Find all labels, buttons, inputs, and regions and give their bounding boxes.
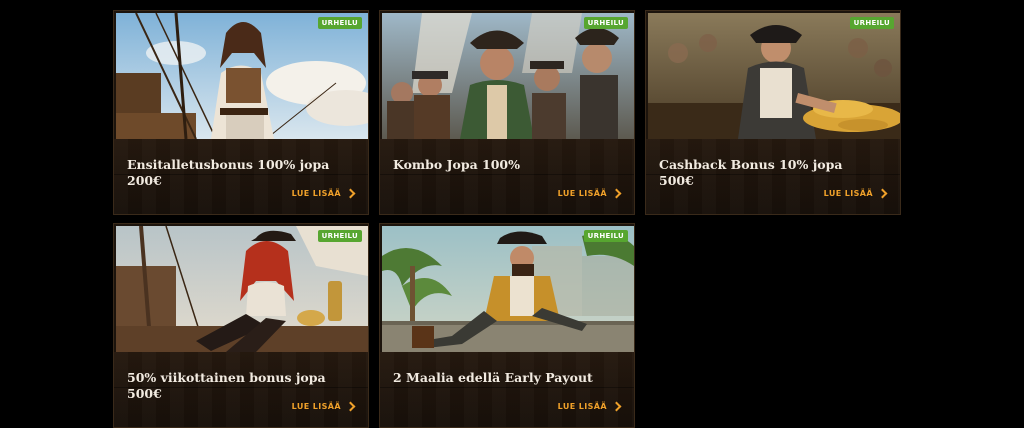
promo-image-pirate-captain-tropical: URHEILU [382, 226, 634, 352]
read-more-label: LUE LISÄÄ [557, 402, 607, 411]
promo-card-body: 50% viikottainen bonus jopa 500€ LUE LIS… [114, 352, 368, 427]
category-badge: URHEILU [849, 17, 894, 29]
promo-card[interactable]: URHEILU Ensitalletusbonus 100% jopa 200€… [113, 10, 369, 215]
category-badge: URHEILU [317, 230, 362, 242]
promo-title: Kombo Jopa 100% [393, 157, 520, 172]
chevron-right-icon [611, 188, 622, 199]
read-more-label: LUE LISÄÄ [291, 189, 341, 198]
read-more-link[interactable]: LUE LISÄÄ [823, 188, 888, 199]
read-more-link[interactable]: LUE LISÄÄ [557, 401, 622, 412]
promo-title: 50% viikottainen bonus jopa 500€ [127, 370, 326, 401]
promo-card-body: Cashback Bonus 10% jopa 500€ LUE LISÄÄ [646, 139, 900, 214]
chevron-right-icon [345, 188, 356, 199]
read-more-link[interactable]: LUE LISÄÄ [557, 188, 622, 199]
promo-image-pirate-gold: URHEILU [648, 13, 900, 139]
promotions-grid: URHEILU Ensitalletusbonus 100% jopa 200€… [0, 0, 1024, 428]
promo-image-pirate-crew: URHEILU [382, 13, 634, 139]
category-badge: URHEILU [583, 17, 628, 29]
promo-title: Cashback Bonus 10% jopa 500€ [659, 157, 843, 188]
category-badge: URHEILU [317, 17, 362, 29]
promo-card[interactable]: URHEILU Kombo Jopa 100% LUE LISÄÄ [379, 10, 635, 215]
promo-image-red-haired-pirate: URHEILU [116, 226, 368, 352]
chevron-right-icon [345, 401, 356, 412]
chevron-right-icon [611, 401, 622, 412]
promo-title: Ensitalletusbonus 100% jopa 200€ [127, 157, 330, 188]
promo-card-body: Kombo Jopa 100% LUE LISÄÄ [380, 139, 634, 214]
chevron-right-icon [877, 188, 888, 199]
promo-card-body: Ensitalletusbonus 100% jopa 200€ LUE LIS… [114, 139, 368, 214]
promo-card[interactable]: URHEILU 50% viikottainen bonus jopa 500€… [113, 223, 369, 428]
read-more-label: LUE LISÄÄ [823, 189, 873, 198]
read-more-link[interactable]: LUE LISÄÄ [291, 401, 356, 412]
read-more-link[interactable]: LUE LISÄÄ [291, 188, 356, 199]
category-badge: URHEILU [583, 230, 628, 242]
promo-image-female-pirate: URHEILU [116, 13, 368, 139]
read-more-label: LUE LISÄÄ [557, 189, 607, 198]
promo-card-body: 2 Maalia edellä Early Payout LUE LISÄÄ [380, 352, 634, 427]
promo-card[interactable]: URHEILU Cashback Bonus 10% jopa 500€ LUE… [645, 10, 901, 215]
promo-title: 2 Maalia edellä Early Payout [393, 370, 593, 385]
promo-card[interactable]: URHEILU 2 Maalia edellä Early Payout LUE… [379, 223, 635, 428]
read-more-label: LUE LISÄÄ [291, 402, 341, 411]
